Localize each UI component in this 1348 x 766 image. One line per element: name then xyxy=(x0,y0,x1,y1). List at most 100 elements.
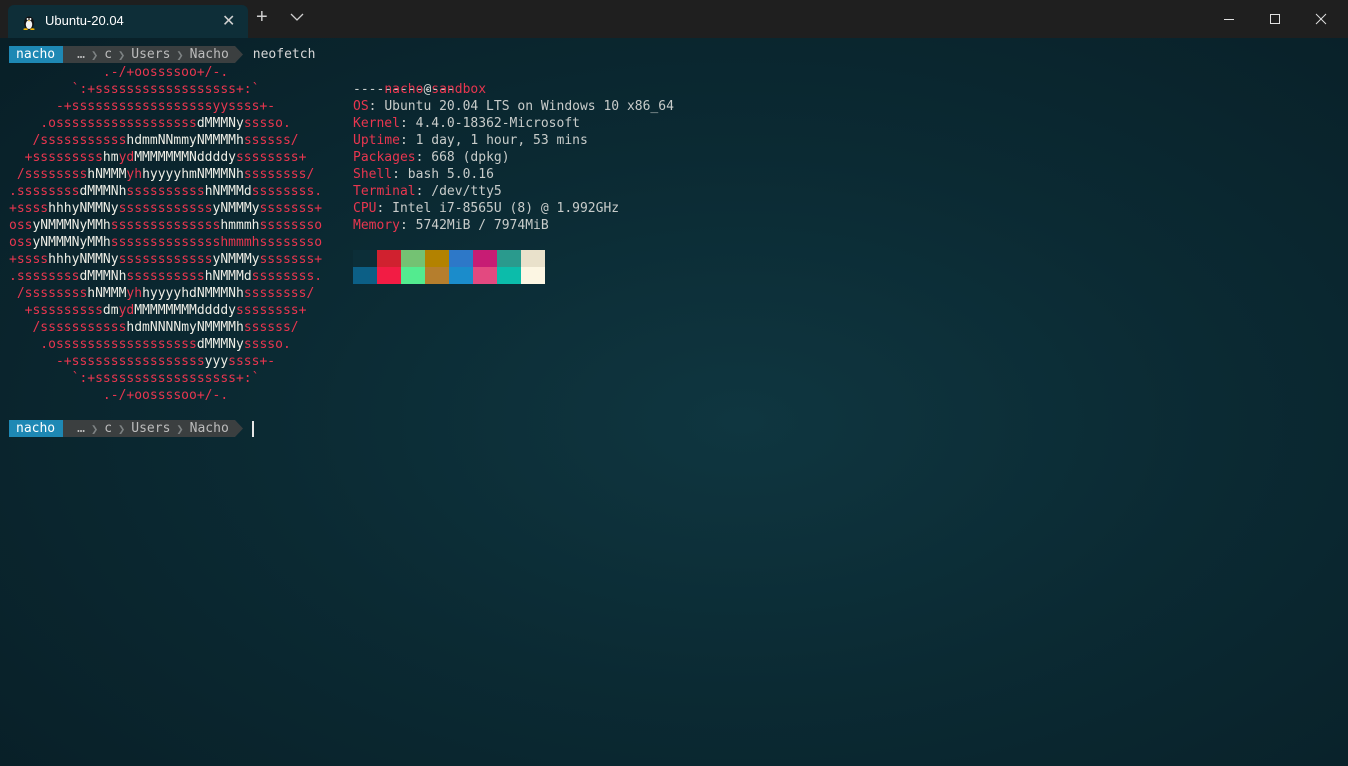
ascii-line: +ssssssssshmydMMMMMMMNddddyssssssss+ xyxy=(9,149,307,166)
info-value: Intel i7-8565U (8) @ 1.992GHz xyxy=(392,201,620,216)
chevron-right-icon: ❯ xyxy=(176,421,184,436)
ascii-segment: hhhyNMMNy xyxy=(48,252,119,267)
path-segment: Users xyxy=(131,421,171,436)
ascii-line: `:+ssssssssssssssssss+:` xyxy=(9,81,260,98)
minimize-icon[interactable] xyxy=(1206,0,1252,38)
ascii-segment: `:+ssssssssssssssssss+:` xyxy=(9,82,260,97)
command-text: neofetch xyxy=(252,47,316,62)
ascii-segment: ssssssssssss xyxy=(118,201,213,216)
ascii-segment: ssssssss. xyxy=(251,184,323,199)
ascii-line: +sssshhhyNMMNyssssssssssssyNMMMysssssss+ xyxy=(9,251,322,268)
color-swatch xyxy=(425,267,449,284)
ascii-line: /sssssssshNMMMyhhyyyyhdNMMMNhssssssss/ xyxy=(9,285,314,302)
ascii-segment: MMMMMMMNddddy xyxy=(134,150,236,165)
ascii-segment: -+sssssssssssssssss xyxy=(9,354,205,369)
ascii-line: /sssssssshNMMMyhhyyyyhmNMMMNhssssssss/ xyxy=(9,166,314,183)
info-row: Shell: bash 5.0.16 xyxy=(353,166,494,183)
new-tab-button[interactable]: + xyxy=(256,7,268,27)
path-segment: Users xyxy=(131,47,171,62)
ascii-segment: yh xyxy=(126,167,143,182)
info-key: Shell xyxy=(353,167,393,182)
ascii-segment: ssss+- xyxy=(228,354,276,369)
ascii-segment: ssssssss/ xyxy=(243,286,315,301)
ascii-segment: sssssss+ xyxy=(259,252,323,267)
color-swatch xyxy=(449,250,473,267)
info-colon: : xyxy=(399,218,416,233)
info-value: /dev/tty5 xyxy=(431,184,502,199)
info-key: Packages xyxy=(353,150,416,165)
info-colon: : xyxy=(392,167,408,182)
info-colon: : xyxy=(415,150,432,165)
color-swatch xyxy=(353,267,377,284)
ascii-segment: .-/+oossssoo+/-. xyxy=(9,388,229,403)
path-segment: Nacho xyxy=(189,47,229,62)
ascii-segment: hmmmh xyxy=(220,218,260,233)
info-value: bash 5.0.16 xyxy=(407,167,494,182)
color-swatch xyxy=(377,250,401,267)
ascii-line: +sssshhhyNMMNyssssssssssssyNMMMysssssss+ xyxy=(9,200,322,217)
info-value: 5742MiB / 7974MiB xyxy=(415,218,549,233)
color-swatch xyxy=(497,250,521,267)
chevron-right-icon: ❯ xyxy=(90,421,99,436)
chevron-right-icon: ❯ xyxy=(176,47,184,62)
info-row: CPU: Intel i7-8565U (8) @ 1.992GHz xyxy=(353,200,619,217)
ascii-segment: +sssssssss xyxy=(9,150,103,165)
ascii-segment: hhhyNMMNy xyxy=(48,201,119,216)
ascii-segment: ssssssss+ xyxy=(235,303,307,318)
ascii-line: -+sssssssssssssssssyyyssss+- xyxy=(9,353,275,370)
info-separator: ------------- xyxy=(353,82,455,97)
path-segment: c xyxy=(104,47,113,62)
ascii-segment: yh xyxy=(126,286,143,301)
prompt-line: nacho … ❯ c ❯ Users ❯ Nacho neofetch xyxy=(9,46,315,63)
info-key: CPU xyxy=(353,201,377,216)
ascii-segment: sssssssssssssshmmmhssssssso xyxy=(110,235,323,250)
ascii-segment: .ossssssssssssssssss xyxy=(9,116,197,131)
ascii-line: ossyNMMMNyMMhsssssssssssssshmmmhssssssso xyxy=(9,234,322,251)
path-segment: … xyxy=(77,47,85,62)
color-swatch xyxy=(497,267,521,284)
ascii-segment: +ssss xyxy=(9,252,49,267)
ascii-segment: yNMMMy xyxy=(212,201,260,216)
ascii-segment: hNMMMd xyxy=(204,269,252,284)
ascii-line: .-/+oossssoo+/-. xyxy=(9,387,228,404)
color-swatch xyxy=(521,250,545,267)
ascii-segment: sssssss+ xyxy=(259,201,323,216)
ascii-segment: hyyyyhmNMMMNh xyxy=(142,167,244,182)
ascii-segment: /ssssssss xyxy=(9,167,88,182)
prompt-user: nacho xyxy=(9,46,64,63)
ascii-segment: yd xyxy=(118,150,135,165)
ascii-segment: ssssssssss xyxy=(126,269,205,284)
ascii-segment: .-/+oossssoo+/-. xyxy=(9,65,229,80)
ascii-segment: hNMMMd xyxy=(204,184,252,199)
ascii-segment: oss xyxy=(9,235,33,250)
info-row: Uptime: 1 day, 1 hour, 53 mins xyxy=(353,132,588,149)
info-colon: : xyxy=(376,201,393,216)
ascii-segment: `:+ssssssssssssssssss+:` xyxy=(9,371,260,386)
ascii-segment: -+ssssssssssssssssssyyssss+- xyxy=(9,99,276,114)
info-value: 4.4.0-18362-Microsoft xyxy=(415,116,580,131)
chevron-right-icon: ❯ xyxy=(90,47,99,62)
path-segment: … xyxy=(77,421,85,436)
ascii-segment: ssssss/ xyxy=(243,320,299,335)
powerline-separator-icon xyxy=(234,46,243,63)
ascii-segment: /sssssssssss xyxy=(9,133,127,148)
ascii-segment: hdmNNNNmyNMMMMh xyxy=(126,320,244,335)
tab-ubuntu[interactable]: Ubuntu-20.04 ✕ xyxy=(8,5,248,38)
ascii-segment: MMMMMMMMddddy xyxy=(134,303,236,318)
info-colon: : xyxy=(399,133,416,148)
terminal-area[interactable]: nacho … ❯ c ❯ Users ❯ Nacho neofetch .-/… xyxy=(0,38,1348,766)
color-swatch xyxy=(473,250,497,267)
chevron-down-icon[interactable] xyxy=(290,12,304,22)
ascii-segment: hNMMM xyxy=(87,167,127,182)
info-key: Memory xyxy=(353,218,400,233)
ascii-segment: ssssssso xyxy=(259,218,323,233)
ascii-segment: dMMMNy xyxy=(196,116,244,131)
info-colon: : xyxy=(399,116,416,131)
ascii-segment: .ossssssssssssssssss xyxy=(9,337,197,352)
close-icon[interactable] xyxy=(1298,0,1344,38)
info-value: 668 (dpkg) xyxy=(431,150,510,165)
ascii-segment: ssssssss. xyxy=(251,269,323,284)
tab-close-button[interactable]: ✕ xyxy=(222,11,235,31)
ascii-segment: ssssss/ xyxy=(243,133,299,148)
maximize-icon[interactable] xyxy=(1252,0,1298,38)
